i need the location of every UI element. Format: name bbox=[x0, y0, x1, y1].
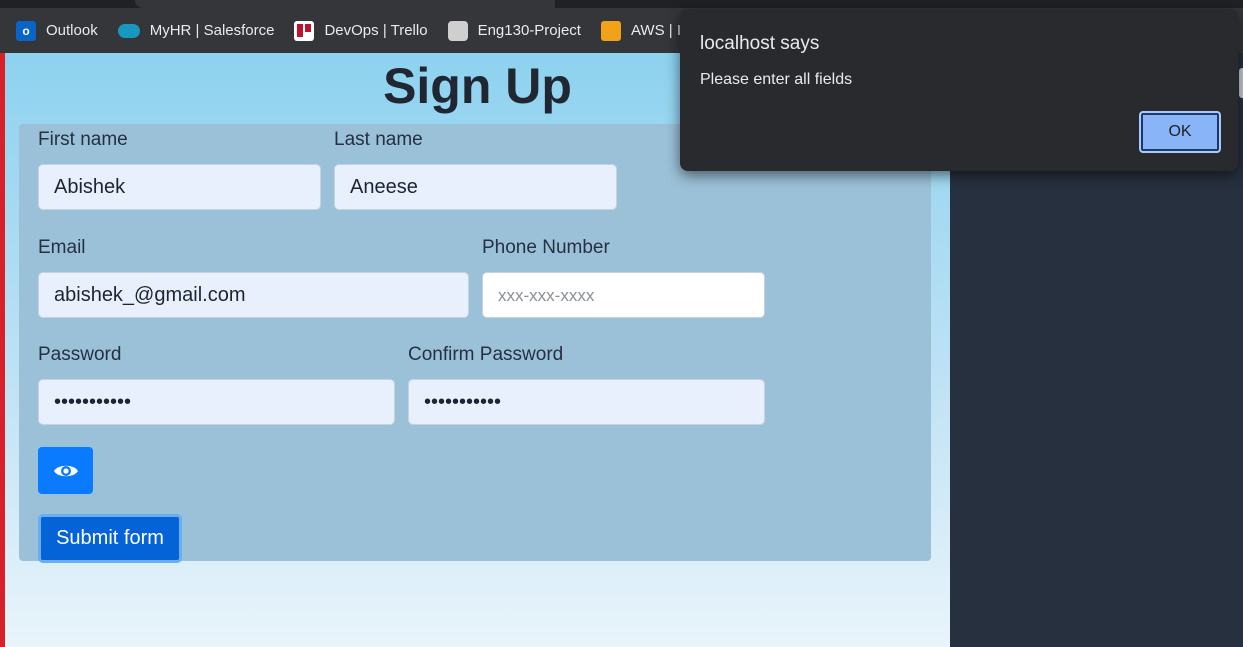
bookmark-label: MyHR | Salesforce bbox=[149, 22, 275, 39]
last-name-label: Last name bbox=[334, 129, 423, 150]
phone-input[interactable] bbox=[482, 272, 765, 318]
browser-tab[interactable] bbox=[135, 0, 555, 8]
first-name-label: First name bbox=[38, 129, 128, 150]
phone-label: Phone Number bbox=[482, 237, 610, 258]
bookmark-outlook[interactable]: o Outlook bbox=[16, 20, 98, 41]
show-password-button[interactable] bbox=[38, 447, 93, 494]
ok-button[interactable]: OK bbox=[1139, 111, 1221, 153]
bookmark-label: DevOps | Trello bbox=[324, 22, 428, 39]
aws-icon bbox=[600, 20, 621, 41]
project-icon bbox=[447, 20, 468, 41]
bookmark-eng130[interactable]: Eng130-Project bbox=[447, 20, 581, 41]
alert-dialog: localhost says Please enter all fields O… bbox=[680, 9, 1238, 171]
signup-form: First name Last name Email Phone Number … bbox=[19, 124, 931, 561]
dialog-message: Please enter all fields bbox=[700, 71, 853, 88]
trello-icon bbox=[294, 20, 315, 41]
confirm-password-label: Confirm Password bbox=[408, 344, 564, 365]
last-name-input[interactable] bbox=[334, 164, 617, 210]
outlook-icon: o bbox=[16, 20, 36, 41]
bookmark-salesforce[interactable]: MyHR | Salesforce bbox=[117, 22, 275, 39]
submit-form-button[interactable]: Submit form bbox=[38, 514, 182, 563]
browser-tab-strip bbox=[0, 0, 1243, 8]
bookmark-label: Outlook bbox=[46, 22, 98, 39]
salesforce-icon bbox=[117, 23, 140, 38]
eye-icon bbox=[53, 462, 79, 480]
password-label: Password bbox=[38, 344, 122, 365]
email-label: Email bbox=[38, 237, 86, 258]
confirm-password-input[interactable] bbox=[408, 379, 765, 425]
dialog-title: localhost says bbox=[700, 33, 820, 54]
bookmark-label: Eng130-Project bbox=[477, 22, 581, 39]
bookmark-trello[interactable]: DevOps | Trello bbox=[294, 20, 428, 41]
password-input[interactable] bbox=[38, 379, 395, 425]
email-input[interactable] bbox=[38, 272, 469, 318]
first-name-input[interactable] bbox=[38, 164, 321, 210]
side-handle bbox=[1239, 68, 1243, 98]
